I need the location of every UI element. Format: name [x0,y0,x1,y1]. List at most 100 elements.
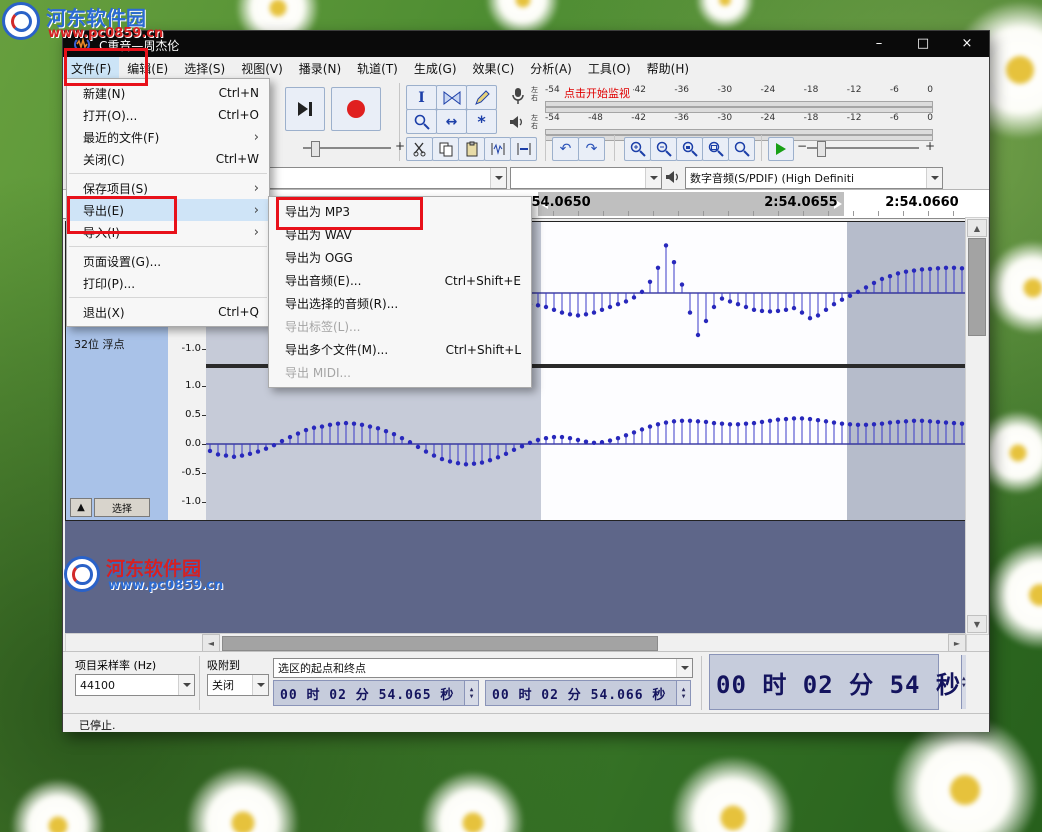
menu-shortcut: Ctrl+Shift+L [418,343,521,357]
selection-tool-button[interactable]: I [406,85,437,110]
watermark-bottom: 河东软件园 www.pc0859.cn [64,552,274,600]
track-collapse-button[interactable]: ▲ [70,498,92,517]
file-menu-item-2[interactable]: 打开(O)...Ctrl+O [67,104,269,126]
menu-item-label: 新建(N) [83,85,125,102]
meter-scale-value: -18 [804,113,819,123]
output-device-combo[interactable]: 数字音频(S/PDIF) (High Definiti [685,167,943,189]
menubar-item-6[interactable]: 轨道(T) [349,57,406,79]
menubar-item-11[interactable]: 帮助(H) [639,57,697,79]
spinner-icon[interactable]: ▲▼ [464,681,478,705]
rate-label: 项目采样率 (Hz) [75,657,156,673]
playspeed-slider-thumb[interactable] [817,141,826,157]
menubar-item-4[interactable]: 视图(V) [233,57,291,79]
menubar-item-10[interactable]: 工具(O) [580,57,639,79]
export-menu-item-7[interactable]: 导出多个文件(M)... Ctrl+Shift+L [269,338,531,361]
export-menu-item-3[interactable]: 导出为 OGG [269,246,531,269]
menu-shortcut: Ctrl+O [190,108,259,122]
track-format-label: 32位 浮点 [74,336,125,352]
menubar-item-7[interactable]: 生成(G) [406,57,465,79]
scroll-left-icon[interactable]: ◄ [202,634,220,652]
rate-combo[interactable]: 44100 [75,674,195,696]
menu-item-label: 关闭(C) [83,151,125,168]
selection-start-time[interactable]: 00 时 02 分 54.065 秒 ▲▼ [273,680,479,706]
file-menu-item-3[interactable]: 最近的文件(F)› [67,126,269,148]
meter-scale-value: -18 [804,85,819,95]
paste-button[interactable] [458,137,485,161]
timeline-tick [853,211,854,216]
scissors-icon [412,141,428,157]
meter-scale-value: -24 [761,113,776,123]
maximize-button[interactable]: □ [901,31,945,57]
status-text: 已停止. [79,717,116,733]
file-menu-item-10[interactable]: 退出(X)Ctrl+Q [67,301,269,323]
close-button[interactable]: × [945,31,989,57]
zoom-selection-button[interactable] [676,137,703,161]
spinner-icon[interactable]: ▲▼ [961,655,966,709]
audio-position-time[interactable]: 00 时 02 分 54 秒 ▲▼ [709,654,939,710]
meter-scale-value: -48 [588,113,603,123]
waveform-right-channel[interactable] [206,368,966,520]
speed-slider-thumb[interactable] [311,141,320,157]
copy-button[interactable] [432,137,459,161]
undo-button[interactable]: ↶ [552,137,579,161]
selection-start-value: 00 时 02 分 54.065 秒 [274,684,454,703]
timeline-tick [903,211,904,216]
horizontal-scrollbar-thumb[interactable] [222,636,658,651]
meter-scale-value: 0 [927,85,933,95]
selection-range-combo[interactable]: 选区的起点和终点 [273,658,693,678]
watermark-top: 河东软件园 www.pc0859.cn [0,0,210,46]
file-menu-item-4[interactable]: 关闭(C)Ctrl+W [67,148,269,170]
export-menu-item-5[interactable]: 导出选择的音频(R)... [269,292,531,315]
snap-label: 吸附到 [207,657,240,673]
ibeam-icon: I [418,90,425,106]
zoom-toggle-button[interactable] [728,137,755,161]
vertical-scrollbar-thumb[interactable] [968,238,986,336]
track-select-button[interactable]: 选择 [94,498,150,517]
menu-item-label: 导出标签(L)... [285,318,361,335]
file-menu-item-9[interactable]: 打印(P)... [67,272,269,294]
scroll-right-icon[interactable]: ► [948,634,966,652]
timeline-time-label: 2:54.0660 [885,195,958,210]
record-button[interactable] [331,87,381,131]
minimize-button[interactable]: – [857,31,901,57]
monitor-hint[interactable]: 点击开始监视 [561,85,633,101]
timeshift-tool-button[interactable]: ↔ [436,109,467,134]
zoom-tool-button[interactable] [406,109,437,134]
timeline-tick [803,211,804,216]
export-menu-item-8: 导出 MIDI... [269,361,531,384]
vertical-scrollbar[interactable]: ▲ ▼ [965,217,989,635]
spinner-icon[interactable]: ▲▼ [676,681,690,705]
play-at-speed-button[interactable] [768,137,794,161]
input-channels-combo[interactable] [510,167,662,189]
timeline-tick [603,211,604,216]
menubar-item-8[interactable]: 效果(C) [465,57,523,79]
speaker-icon [665,170,681,184]
record-icon [347,100,365,118]
scroll-up-icon[interactable]: ▲ [967,219,987,237]
skip-to-end-button[interactable] [285,87,325,131]
redo-button[interactable]: ↷ [578,137,605,161]
multi-tool-button[interactable]: * [466,109,497,134]
trim-audio-button[interactable] [484,137,511,161]
selection-end-time[interactable]: 00 时 02 分 54.066 秒 ▲▼ [485,680,691,706]
draw-tool-button[interactable] [466,85,497,110]
output-device-value: 数字音频(S/PDIF) (High Definiti [686,170,854,186]
zoom-fit-button[interactable] [702,137,729,161]
scroll-down-icon[interactable]: ▼ [967,615,987,633]
export-menu-item-4[interactable]: 导出音频(E)...Ctrl+Shift+E [269,269,531,292]
zoom-in-button[interactable] [624,137,651,161]
cut-button[interactable] [406,137,433,161]
silence-audio-button[interactable] [510,137,537,161]
envelope-tool-button[interactable] [436,85,467,110]
horizontal-scrollbar[interactable]: ◄ ► [65,633,967,653]
meter-scale-value: -54 [545,113,560,123]
zoom-out-button[interactable] [650,137,677,161]
timeline-tick [578,211,579,216]
menubar-item-5[interactable]: 播录(N) [291,57,349,79]
snap-combo[interactable]: 关闭 [207,674,269,696]
chevron-down-icon [676,659,692,677]
menu-item-label: 导出多个文件(M)... [285,341,388,358]
menubar-item-3[interactable]: 选择(S) [176,57,233,79]
menubar-item-9[interactable]: 分析(A) [522,57,580,79]
file-menu-item-8[interactable]: 页面设置(G)... [67,250,269,272]
